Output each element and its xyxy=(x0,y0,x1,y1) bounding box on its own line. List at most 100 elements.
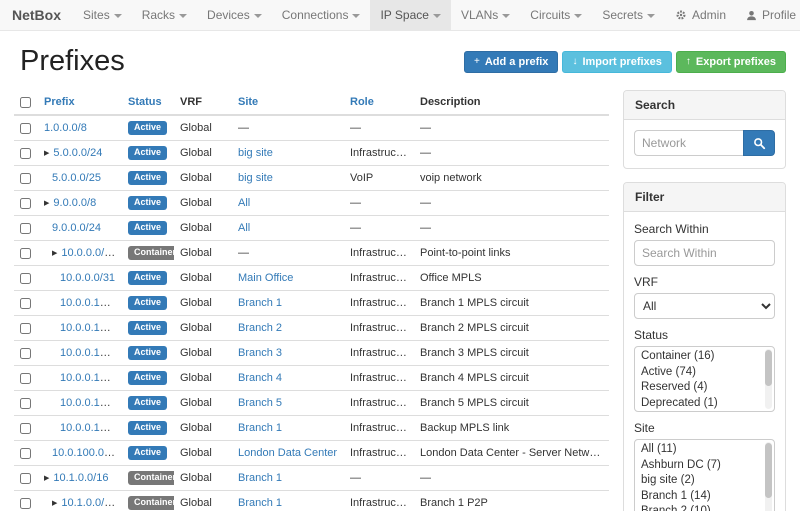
nav-item-label: Racks xyxy=(142,8,175,22)
row-checkbox[interactable] xyxy=(20,123,31,134)
row-checkbox[interactable] xyxy=(20,373,31,384)
column-header-site[interactable]: Site xyxy=(232,90,344,115)
row-checkbox[interactable] xyxy=(20,323,31,334)
prefix-link[interactable]: 10.0.0.130/31 xyxy=(60,322,122,334)
site-link[interactable]: London Data Center xyxy=(238,447,337,459)
prefix-link[interactable]: 10.0.0.134/31 xyxy=(60,372,122,384)
prefix-link[interactable]: 9.0.0.0/24 xyxy=(52,222,101,234)
prefix-link[interactable]: 9.0.0.0/8 xyxy=(53,197,96,209)
site-link[interactable]: big site xyxy=(238,147,273,159)
column-header-prefix[interactable]: Prefix xyxy=(38,90,122,115)
column-header-status[interactable]: Status xyxy=(122,90,174,115)
nav-item-devices[interactable]: Devices xyxy=(197,0,272,30)
select-option[interactable]: Deprecated (1) xyxy=(635,396,762,412)
prefix-link[interactable]: 5.0.0.0/25 xyxy=(52,172,101,184)
select-option[interactable]: Ashburn DC (7) xyxy=(635,458,762,474)
prefix-link[interactable]: 10.0.100.0/24 xyxy=(52,447,119,459)
row-checkbox[interactable] xyxy=(20,298,31,309)
status-badge: Active xyxy=(128,446,167,460)
row-checkbox[interactable] xyxy=(20,498,31,509)
row-checkbox[interactable] xyxy=(20,423,31,434)
prefix-cell: ▶ 10.0.0.0/24 xyxy=(38,241,122,266)
row-checkbox[interactable] xyxy=(20,198,31,209)
select-option[interactable]: Active (74) xyxy=(635,365,762,381)
nav-item-racks[interactable]: Racks xyxy=(132,0,197,30)
prefix-link[interactable]: 10.0.0.136/31 xyxy=(60,397,122,409)
row-checkbox[interactable] xyxy=(20,398,31,409)
site-link[interactable]: Main Office xyxy=(238,272,293,284)
expand-caret-icon[interactable]: ▶ xyxy=(44,150,49,157)
search-within-input[interactable] xyxy=(634,240,775,266)
site-link[interactable]: Branch 1 xyxy=(238,497,282,509)
select-option[interactable]: Container (16) xyxy=(635,349,762,365)
site-link[interactable]: All xyxy=(238,197,250,209)
site-link[interactable]: Branch 5 xyxy=(238,397,282,409)
filter-label-site: Site xyxy=(634,421,775,435)
row-checkbox[interactable] xyxy=(20,273,31,284)
prefix-link[interactable]: 10.1.0.0/24 xyxy=(61,497,116,509)
import-prefixes-button[interactable]: ↓Import prefixes xyxy=(562,51,671,73)
vrf-select[interactable]: All xyxy=(634,293,775,319)
page-title: Prefixes xyxy=(20,45,125,78)
nav-item-vlans[interactable]: VLANs xyxy=(451,0,520,30)
row-checkbox[interactable] xyxy=(20,223,31,234)
site-link[interactable]: Branch 3 xyxy=(238,347,282,359)
site-link[interactable]: Branch 1 xyxy=(238,297,282,309)
nav-item-secrets[interactable]: Secrets xyxy=(592,0,665,30)
prefix-link[interactable]: 5.0.0.0/24 xyxy=(53,147,102,159)
prefix-link[interactable]: 10.0.0.0/24 xyxy=(61,247,116,259)
export-prefixes-button[interactable]: ↑Export prefixes xyxy=(676,51,786,73)
expand-caret-icon[interactable]: ▶ xyxy=(52,500,57,507)
nav-item-ip-space[interactable]: IP Space xyxy=(370,0,450,30)
site-link[interactable]: Branch 1 xyxy=(238,472,282,484)
prefix-link[interactable]: 10.0.0.138/31 xyxy=(60,422,122,434)
site-link[interactable]: Branch 2 xyxy=(238,322,282,334)
expand-caret-icon[interactable]: ▶ xyxy=(44,475,49,482)
select-option[interactable]: Branch 1 (14) xyxy=(635,489,762,505)
select-option[interactable]: big site (2) xyxy=(635,473,762,489)
search-button[interactable] xyxy=(743,130,775,156)
column-header-role[interactable]: Role xyxy=(344,90,414,115)
status-multiselect[interactable]: Container (16)Active (74)Reserved (4)Dep… xyxy=(634,346,775,412)
site-cell: London Data Center xyxy=(232,441,344,466)
chevron-down-icon xyxy=(647,14,655,18)
site-multiselect[interactable]: All (11)Ashburn DC (7)big site (2)Branch… xyxy=(634,439,775,511)
nav-item-sites[interactable]: Sites xyxy=(73,0,132,30)
navbar-brand[interactable]: NetBox xyxy=(10,0,73,30)
prefix-link[interactable]: 10.0.0.0/31 xyxy=(60,272,115,284)
prefix-table: PrefixStatusVRFSiteRoleDescription 1.0.0… xyxy=(14,90,609,511)
description-cell: London Data Center - Server Network xyxy=(414,441,609,466)
row-checkbox[interactable] xyxy=(20,348,31,359)
search-input[interactable] xyxy=(634,130,743,156)
nav-item-circuits[interactable]: Circuits xyxy=(520,0,592,30)
site-link[interactable]: Branch 4 xyxy=(238,372,282,384)
site-link[interactable]: big site xyxy=(238,172,273,184)
scrollbar[interactable] xyxy=(765,442,772,511)
expand-caret-icon[interactable]: ▶ xyxy=(44,200,49,207)
select-option[interactable]: Branch 2 (10) xyxy=(635,504,762,511)
row-checkbox[interactable] xyxy=(20,173,31,184)
select-option[interactable]: Reserved (4) xyxy=(635,380,762,396)
add-a-prefix-button[interactable]: +Add a prefix xyxy=(464,51,558,73)
description-cell: — xyxy=(414,141,609,166)
row-checkbox[interactable] xyxy=(20,248,31,259)
prefix-link[interactable]: 10.0.0.132/31 xyxy=(60,347,122,359)
scrollbar[interactable] xyxy=(765,349,772,409)
prefix-link[interactable]: 1.0.0.0/8 xyxy=(44,122,87,134)
scrollbar-thumb[interactable] xyxy=(765,443,772,498)
scrollbar-thumb[interactable] xyxy=(765,350,772,386)
row-checkbox[interactable] xyxy=(20,473,31,484)
nav-item-connections[interactable]: Connections xyxy=(272,0,371,30)
row-checkbox[interactable] xyxy=(20,148,31,159)
status-badge: Active xyxy=(128,346,167,360)
nav-item-profile[interactable]: Profile xyxy=(736,0,800,30)
prefix-link[interactable]: 10.0.0.128/31 xyxy=(60,297,122,309)
select-option[interactable]: All (11) xyxy=(635,442,762,458)
site-link[interactable]: Branch 1 xyxy=(238,422,282,434)
site-link[interactable]: All xyxy=(238,222,250,234)
prefix-link[interactable]: 10.1.0.0/16 xyxy=(53,472,108,484)
expand-caret-icon[interactable]: ▶ xyxy=(52,250,57,257)
nav-item-admin[interactable]: Admin xyxy=(665,0,736,30)
select-all-checkbox[interactable] xyxy=(20,97,31,108)
row-checkbox[interactable] xyxy=(20,448,31,459)
